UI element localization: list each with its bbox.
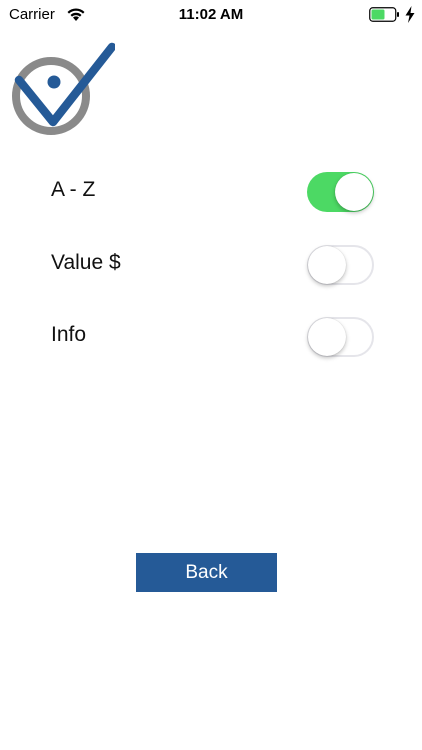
setting-label-value: Value $ xyxy=(51,251,121,274)
setting-label-a-z: A - Z xyxy=(51,178,96,201)
logo-check-mark xyxy=(14,42,115,127)
logo-person-head xyxy=(47,75,61,89)
status-bar: Carrier 11:02 AM xyxy=(0,0,422,30)
setting-row-a-z: A - Z xyxy=(0,168,422,216)
toggle-a-z[interactable] xyxy=(307,172,374,212)
app-logo xyxy=(12,42,115,135)
toggle-knob xyxy=(308,318,346,356)
clock: 11:02 AM xyxy=(178,6,244,23)
toggle-value[interactable] xyxy=(307,245,374,285)
setting-row-value: Value $ xyxy=(0,241,422,289)
battery-icon xyxy=(369,7,399,22)
setting-row-info: Info xyxy=(0,313,422,361)
toggle-info[interactable] xyxy=(307,317,374,357)
toggle-knob xyxy=(308,246,346,284)
toggle-knob xyxy=(335,173,373,211)
setting-label-info: Info xyxy=(51,323,87,346)
charging-bolt-icon xyxy=(405,6,415,23)
back-button[interactable]: Back xyxy=(136,553,277,592)
